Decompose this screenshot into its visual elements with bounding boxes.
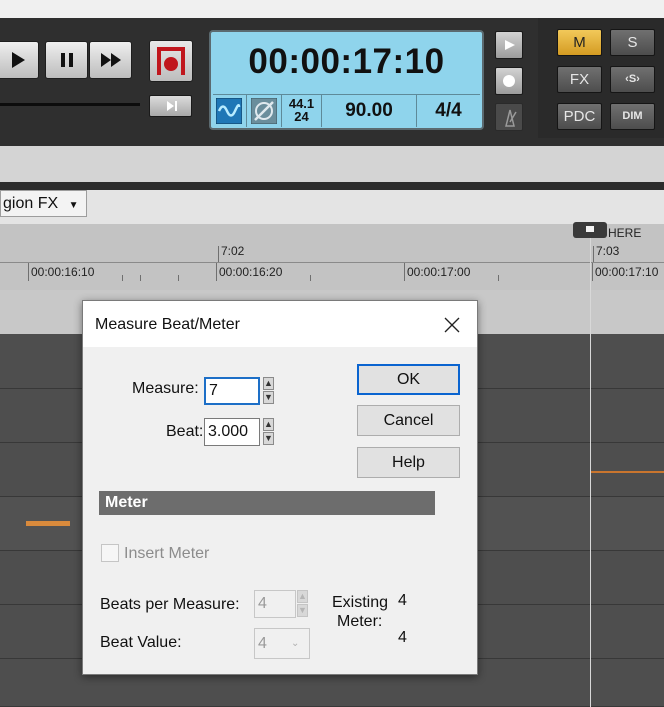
fast-forward-button[interactable]: [89, 41, 132, 79]
dropdown-arrow-icon: ▼: [68, 200, 79, 211]
measure-label: Measure:: [132, 380, 199, 397]
time-label: 00:00:16:10: [31, 265, 95, 279]
position-slider[interactable]: [0, 103, 140, 106]
existing-meter-numerator: 4: [398, 592, 407, 609]
beat-value-selected: 4: [258, 635, 267, 652]
clip-segment[interactable]: [26, 521, 70, 526]
beat-input[interactable]: 3.000: [204, 418, 260, 446]
beat-spinner[interactable]: ▲ ▼: [263, 418, 274, 446]
solo-button[interactable]: S: [610, 29, 655, 56]
sidechain-button[interactable]: ‹S›: [610, 66, 655, 93]
region-fx-menu[interactable]: gion FX ▼: [0, 190, 87, 217]
measure-tick: [593, 246, 594, 262]
skip-end-icon: [167, 101, 177, 111]
ok-button[interactable]: OK: [357, 364, 460, 395]
minor-tick: [122, 275, 123, 281]
beats-per-measure-spinner[interactable]: ▲ ▼: [297, 590, 308, 618]
insert-meter-checkbox[interactable]: [101, 544, 119, 562]
time-label: 00:00:17:10: [595, 265, 659, 279]
beats-per-measure-label: Beats per Measure:: [100, 596, 240, 613]
help-button[interactable]: Help: [357, 447, 460, 478]
top-strip: [0, 0, 664, 18]
meter-section-label: Meter: [105, 494, 148, 511]
measure-beat-dialog: Measure Beat/Meter Measure: 7 ▲ ▼ Beat: 3…: [82, 300, 478, 675]
time-tick: [28, 263, 29, 281]
playhead[interactable]: [590, 236, 591, 707]
time-label: 00:00:17:00: [407, 265, 471, 279]
region-fx-label: gion FX: [3, 195, 59, 212]
chevron-down-icon: ⌄: [291, 638, 300, 649]
measure-tick: [218, 246, 219, 262]
metronome-icon: [505, 109, 517, 127]
record-icon: [157, 47, 185, 75]
existing-meter-label-line1: Existing: [332, 594, 389, 611]
existing-meter-denominator: 4: [398, 629, 407, 646]
tempo-readout[interactable]: 90.00: [322, 95, 417, 127]
pause-button[interactable]: [45, 41, 88, 79]
play-icon: [11, 52, 25, 68]
track-toolbar: [0, 190, 664, 224]
dialog-titlebar: Measure Beat/Meter: [83, 301, 477, 347]
time-tick: [592, 263, 593, 281]
meter-readout[interactable]: 4/4: [417, 95, 480, 127]
meter-section-header: [99, 491, 435, 515]
insert-meter-label: Insert Meter: [124, 545, 210, 562]
beat-label: Beat:: [166, 423, 204, 440]
time-label: 00:00:16:20: [219, 265, 283, 279]
measure-spinner[interactable]: ▲ ▼: [263, 377, 274, 405]
measure-input[interactable]: 7: [204, 377, 260, 405]
wave-icon: [216, 98, 242, 124]
dim-button[interactable]: DIM: [610, 103, 655, 130]
ruler-divider: [0, 262, 664, 263]
fx-button[interactable]: FX: [557, 66, 602, 93]
measure-label: 7:02: [221, 244, 245, 258]
play-button[interactable]: [0, 41, 39, 79]
control-bar: [0, 146, 664, 182]
no-sync-icon: [251, 98, 277, 124]
beat-value-label: Beat Value:: [100, 634, 182, 651]
time-readout[interactable]: 00:00:17:10: [211, 42, 482, 82]
clip-segment[interactable]: [591, 471, 664, 473]
metronome-button[interactable]: [495, 103, 523, 131]
go-to-end-button[interactable]: [149, 95, 192, 117]
mute-button[interactable]: M: [557, 29, 602, 56]
dialog-title: Measure Beat/Meter: [95, 316, 240, 333]
close-button[interactable]: [438, 311, 466, 339]
mix-panel: M S FX ‹S› PDC DIM: [538, 18, 664, 138]
sample-rate-cell[interactable]: 44.1 24: [282, 95, 322, 127]
fast-forward-icon: [100, 53, 121, 67]
marker-notch: [586, 226, 594, 232]
play-icon: [505, 40, 515, 50]
playhead-marker[interactable]: [573, 222, 607, 238]
snap-toggle[interactable]: [213, 95, 247, 127]
minor-tick: [178, 275, 179, 281]
pdc-button[interactable]: PDC: [557, 103, 602, 130]
metronome-toggle[interactable]: [247, 95, 282, 127]
minor-tick: [310, 275, 311, 281]
minor-tick: [140, 275, 141, 281]
record-small-button[interactable]: [495, 67, 523, 95]
minor-tick: [498, 275, 499, 281]
time-tick: [404, 263, 405, 281]
time-display: 00:00:17:10 44.1 24 90.00 4/4: [209, 30, 484, 130]
record-button[interactable]: [149, 40, 193, 82]
beats-per-measure-input[interactable]: 4: [254, 590, 296, 618]
lcd-status-row: 44.1 24 90.00 4/4: [213, 94, 480, 127]
marker-label: HERE: [608, 226, 642, 240]
time-tick: [216, 263, 217, 281]
cancel-button[interactable]: Cancel: [357, 405, 460, 436]
beat-value-select[interactable]: 4 ⌄: [254, 628, 310, 659]
close-icon: [444, 317, 460, 333]
pause-icon: [60, 53, 73, 67]
bit-depth: 24: [294, 109, 309, 124]
measure-label: 7:03: [596, 244, 620, 258]
play-small-button[interactable]: [495, 31, 523, 59]
dot-icon: [503, 75, 515, 87]
separator: [0, 182, 664, 190]
timeline-ruler[interactable]: [0, 224, 664, 290]
existing-meter-label-line2: Meter:: [337, 613, 383, 630]
